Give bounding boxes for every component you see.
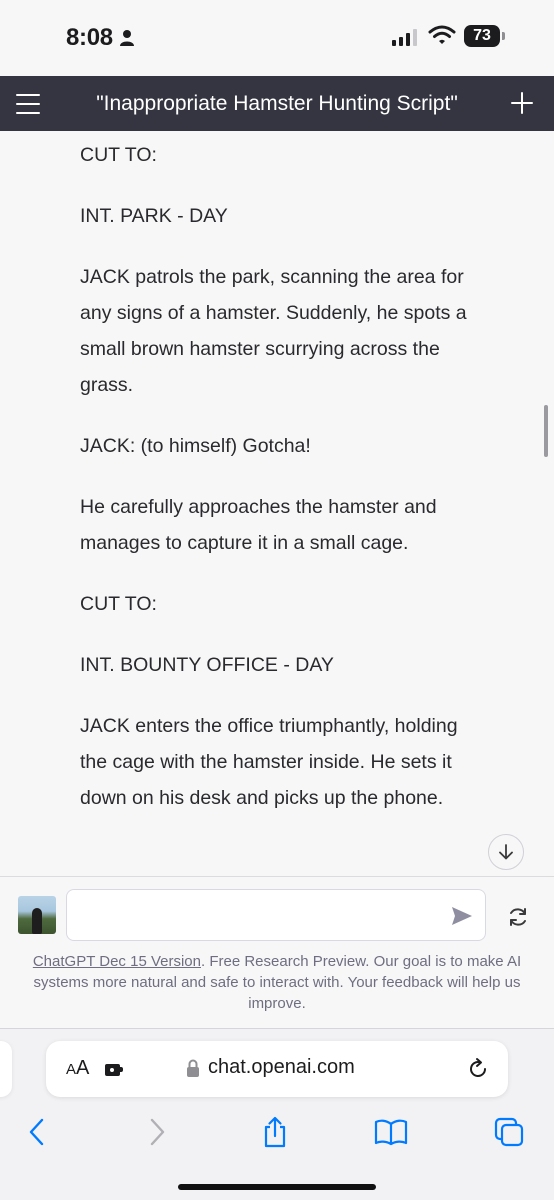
avatar (18, 896, 56, 934)
send-icon[interactable] (451, 906, 473, 926)
message-paragraph: CUT TO: (80, 593, 157, 615)
status-bar: 8:08 73 (0, 0, 554, 76)
extension-icon[interactable] (104, 1061, 124, 1077)
browser-toolbar: AA chat.openai.com (0, 1028, 554, 1200)
share-button[interactable] (258, 1115, 292, 1149)
bookmarks-button[interactable] (374, 1115, 408, 1149)
reload-icon[interactable] (466, 1057, 490, 1081)
back-icon (29, 1118, 44, 1146)
message-paragraph: JACK: (to himself) Gotcha! (80, 435, 311, 457)
back-button[interactable] (20, 1115, 54, 1149)
message-paragraph: JACK patrols the park, scanning the area… (80, 266, 467, 396)
disclaimer: ChatGPT Dec 15 Version. Free Research Pr… (12, 951, 542, 1014)
bookmarks-icon (374, 1119, 408, 1146)
scrollbar[interactable] (544, 405, 548, 457)
scroll-to-bottom-button[interactable] (488, 834, 524, 870)
previous-tab[interactable] (0, 1041, 12, 1097)
regenerate-icon[interactable] (506, 905, 530, 929)
composer: ChatGPT Dec 15 Version. Free Research Pr… (0, 876, 554, 1028)
signal-icon (392, 28, 417, 46)
forward-icon (150, 1118, 165, 1146)
status-time: 8:08 (66, 24, 113, 51)
tabs-icon (494, 1117, 524, 1147)
home-indicator (178, 1184, 376, 1190)
battery-icon: 73 (464, 25, 506, 47)
version-link[interactable]: ChatGPT Dec 15 Version (33, 953, 201, 970)
assistant-message: CUT TO: INT. PARK - DAY JACK patrols the… (80, 137, 480, 841)
text-size-button[interactable]: AA (66, 1057, 89, 1080)
navigation-row (0, 1115, 554, 1155)
message-paragraph: INT. BOUNTY OFFICE - DAY (80, 654, 334, 676)
lock-icon (187, 1059, 199, 1077)
message-paragraph: CUT TO: (80, 144, 157, 166)
share-icon (264, 1116, 286, 1148)
conversation-area[interactable]: CUT TO: INT. PARK - DAY JACK patrols the… (0, 131, 554, 876)
menu-icon[interactable] (16, 94, 40, 114)
chevron-down-icon (499, 844, 513, 860)
plus-icon[interactable] (510, 91, 534, 115)
battery-level: 73 (464, 25, 500, 47)
tabs-button[interactable] (492, 1115, 526, 1149)
message-paragraph: He carefully approaches the hamster and … (80, 496, 437, 554)
message-input[interactable] (66, 889, 486, 941)
person-icon (119, 30, 134, 46)
url-text: chat.openai.com (208, 1056, 355, 1078)
forward-button[interactable] (140, 1115, 174, 1149)
message-paragraph: INT. PARK - DAY (80, 205, 228, 227)
message-paragraph: JACK enters the office triumphantly, hol… (80, 715, 458, 809)
status-time-group: 8:08 (66, 24, 135, 52)
conversation-title: "Inappropriate Hamster Hunting Script" (96, 92, 458, 115)
address-bar[interactable]: AA chat.openai.com (46, 1041, 508, 1097)
app-header: "Inappropriate Hamster Hunting Script" (0, 76, 554, 131)
wifi-icon (428, 25, 456, 44)
